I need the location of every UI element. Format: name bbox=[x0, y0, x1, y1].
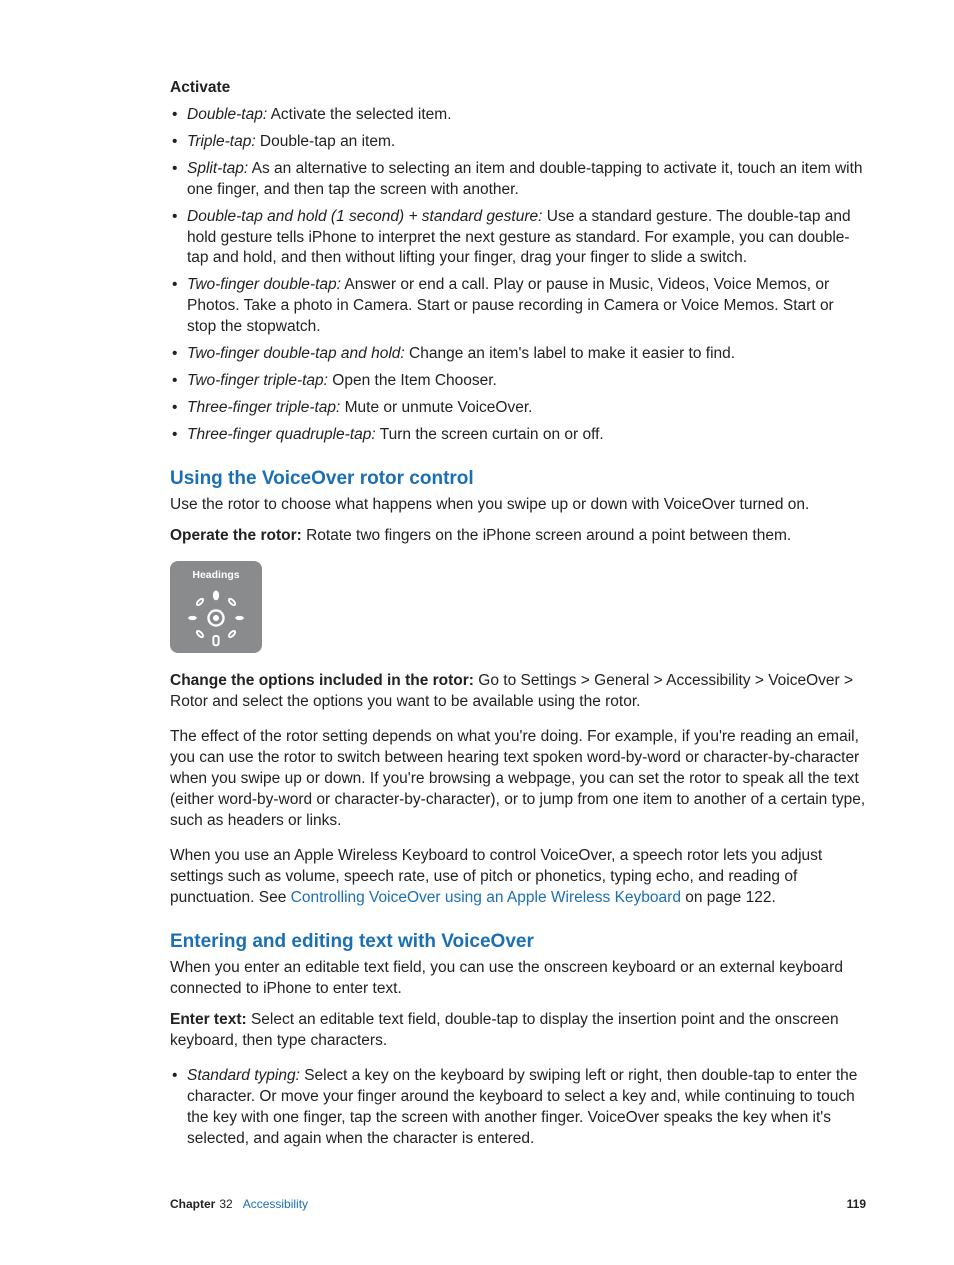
activate-heading: Activate bbox=[170, 78, 866, 99]
list-item: Double-tap: Activate the selected item. bbox=[170, 105, 866, 126]
footer-chapter-num: 32 bbox=[219, 1196, 232, 1212]
rotor-effect: The effect of the rotor setting depends … bbox=[170, 727, 866, 832]
list-item: Two-finger double-tap: Answer or end a c… bbox=[170, 275, 866, 338]
editing-heading: Entering and editing text with VoiceOver bbox=[170, 929, 866, 955]
gesture-desc: Activate the selected item. bbox=[267, 106, 451, 123]
rotor-dial-icon bbox=[183, 585, 249, 651]
footer-chapter-name: Accessibility bbox=[243, 1196, 308, 1212]
gesture-desc: As an alternative to selecting an item a… bbox=[187, 160, 863, 198]
rotor-operate: Operate the rotor: Rotate two fingers on… bbox=[170, 526, 866, 547]
activate-list: Double-tap: Activate the selected item. … bbox=[170, 105, 866, 446]
list-item: Split-tap: As an alternative to selectin… bbox=[170, 159, 866, 201]
list-item: Double-tap and hold (1 second) + standar… bbox=[170, 207, 866, 270]
gesture-term: Three-finger triple-tap: bbox=[187, 399, 340, 416]
gesture-desc: Open the Item Chooser. bbox=[328, 372, 497, 389]
gesture-desc: Mute or unmute VoiceOver. bbox=[340, 399, 532, 416]
rotor-change-lead: Change the options included in the rotor… bbox=[170, 672, 474, 689]
list-item: Three-finger quadruple-tap: Turn the scr… bbox=[170, 425, 866, 446]
gesture-term: Double-tap: bbox=[187, 106, 267, 123]
rotor-change: Change the options included in the rotor… bbox=[170, 671, 866, 713]
gesture-term: Double-tap and hold (1 second) + standar… bbox=[187, 208, 542, 225]
list-item: Triple-tap: Double-tap an item. bbox=[170, 132, 866, 153]
controlling-voiceover-link[interactable]: Controlling VoiceOver using an Apple Wir… bbox=[291, 889, 681, 906]
rotor-intro: Use the rotor to choose what happens whe… bbox=[170, 495, 866, 516]
footer-chapter-label: Chapter bbox=[170, 1196, 215, 1212]
page-content: Activate Double-tap: Activate the select… bbox=[0, 0, 954, 1150]
gesture-desc: Change an item's label to make it easier… bbox=[405, 345, 735, 362]
rotor-operate-desc: Rotate two fingers on the iPhone screen … bbox=[302, 527, 791, 544]
gesture-term: Split-tap: bbox=[187, 160, 248, 177]
gesture-desc: Turn the screen curtain on or off. bbox=[376, 426, 604, 443]
editing-enter-desc: Select an editable text field, double-ta… bbox=[170, 1011, 839, 1049]
list-item: Two-finger triple-tap: Open the Item Cho… bbox=[170, 371, 866, 392]
gesture-desc: Double-tap an item. bbox=[256, 133, 396, 150]
gesture-term: Standard typing: bbox=[187, 1067, 300, 1084]
rotor-widget-label: Headings bbox=[192, 568, 239, 582]
gesture-term: Two-finger double-tap and hold: bbox=[187, 345, 405, 362]
list-item: Two-finger double-tap and hold: Change a… bbox=[170, 344, 866, 365]
rotor-keyboard-post: on page 122. bbox=[681, 889, 776, 906]
rotor-operate-lead: Operate the rotor: bbox=[170, 527, 302, 544]
editing-list: Standard typing: Select a key on the key… bbox=[170, 1066, 866, 1150]
editing-intro: When you enter an editable text field, y… bbox=[170, 958, 866, 1000]
footer-page-number: 119 bbox=[847, 1196, 866, 1212]
gesture-term: Triple-tap: bbox=[187, 133, 256, 150]
gesture-term: Two-finger double-tap: bbox=[187, 276, 341, 293]
editing-enter-lead: Enter text: bbox=[170, 1011, 247, 1028]
gesture-term: Three-finger quadruple-tap: bbox=[187, 426, 376, 443]
page-footer: Chapter 32 Accessibility 119 bbox=[170, 1196, 866, 1212]
rotor-heading: Using the VoiceOver rotor control bbox=[170, 466, 866, 492]
rotor-widget: Headings bbox=[170, 561, 262, 653]
gesture-term: Two-finger triple-tap: bbox=[187, 372, 328, 389]
editing-enter: Enter text: Select an editable text fiel… bbox=[170, 1010, 866, 1052]
rotor-keyboard: When you use an Apple Wireless Keyboard … bbox=[170, 846, 866, 909]
list-item: Standard typing: Select a key on the key… bbox=[170, 1066, 866, 1150]
list-item: Three-finger triple-tap: Mute or unmute … bbox=[170, 398, 866, 419]
